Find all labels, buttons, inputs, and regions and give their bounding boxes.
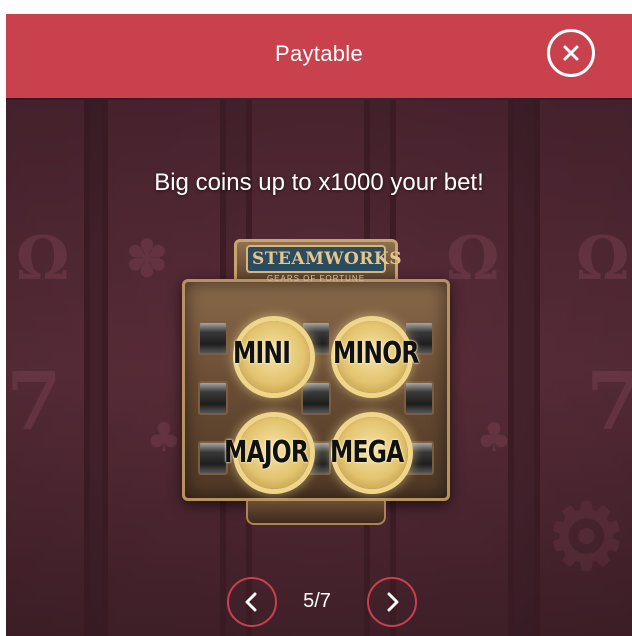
reel-window bbox=[404, 381, 434, 415]
coin-label-mini: MINI bbox=[233, 336, 291, 371]
coin-label-mega: MEGA bbox=[330, 435, 404, 470]
game-logo-title: STEAMWORKS bbox=[246, 245, 401, 273]
chevron-right-icon bbox=[387, 592, 399, 612]
next-page-button[interactable] bbox=[367, 577, 417, 627]
close-button[interactable] bbox=[547, 29, 595, 77]
seven-icon: 7 bbox=[6, 354, 62, 448]
gear-icon: ⚙ bbox=[546, 484, 627, 590]
paytable-headline: Big coins up to x1000 your bet! bbox=[154, 169, 484, 196]
game-logo-subtitle: GEARS OF FORTUNE bbox=[266, 274, 366, 283]
coin-label-minor: MINOR bbox=[333, 336, 419, 371]
paytable-title: Paytable bbox=[274, 41, 363, 66]
reel-window bbox=[198, 381, 228, 415]
game-stage: Ω ✽ Ω Ω 7 7 ♣ ♣ ⚙ Paytable Big coins up … bbox=[6, 14, 632, 636]
chevron-left-icon bbox=[245, 592, 257, 612]
grapes-icon: ✽ bbox=[126, 229, 168, 288]
reel-window bbox=[404, 441, 434, 475]
cherry-icon: ♣ bbox=[476, 414, 512, 461]
reel-window bbox=[301, 381, 331, 415]
close-icon bbox=[563, 45, 579, 61]
previous-page-button[interactable] bbox=[227, 577, 277, 627]
jackpot-machine-illustration: STEAMWORKS GEARS OF FORTUNE MINI MINOR M… bbox=[176, 239, 456, 531]
seven-icon: 7 bbox=[586, 354, 632, 448]
paytable-header: Paytable bbox=[6, 14, 632, 98]
machine-foot bbox=[246, 501, 386, 525]
page-indicator: 5/7 bbox=[303, 590, 331, 612]
reel-window bbox=[198, 321, 228, 355]
horseshoe-icon: Ω bbox=[16, 224, 70, 294]
horseshoe-icon: Ω bbox=[576, 224, 630, 294]
coin-label-major: MAJOR bbox=[224, 435, 309, 470]
game-logo: STEAMWORKS GEARS OF FORTUNE bbox=[238, 245, 401, 285]
